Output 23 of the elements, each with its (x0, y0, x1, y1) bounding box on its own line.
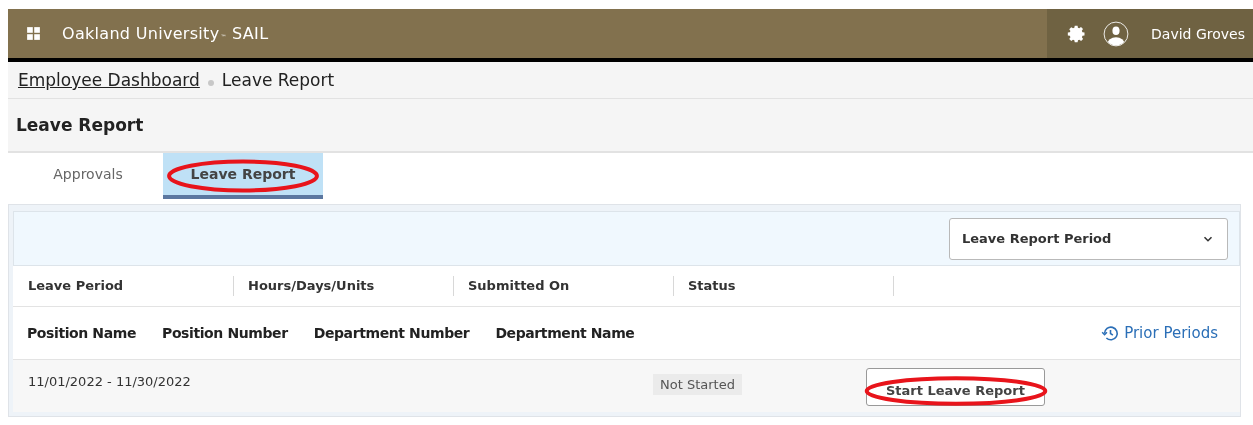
prior-periods-link[interactable]: Prior Periods (1101, 323, 1218, 343)
column-header: Submitted On (468, 276, 674, 296)
column-header: Department Number (313, 325, 470, 341)
user-name[interactable]: David Groves (1151, 25, 1245, 42)
breadcrumb-separator-icon (207, 80, 214, 86)
period-dropdown[interactable]: Leave Report Period (949, 217, 1228, 260)
status-badge: Not Started (653, 374, 742, 395)
breadcrumb-current: Leave Report (221, 70, 335, 90)
column-header: Leave Period (28, 276, 234, 296)
apps-grid-icon[interactable] (25, 25, 42, 42)
tab[interactable]: Approvals (28, 153, 148, 199)
settings-icon[interactable] (1067, 23, 1088, 44)
user-avatar-icon[interactable] (1103, 20, 1130, 47)
column-header: Position Number (162, 325, 288, 341)
column-header: Position Name (27, 325, 136, 341)
history-icon (1101, 323, 1121, 343)
tab[interactable]: Leave Report (163, 153, 323, 199)
page-title: Leave Report (8, 99, 1253, 153)
column-header: Department Name (495, 325, 635, 341)
breadcrumb-link[interactable]: Employee Dashboard (18, 70, 200, 90)
column-header: Status (688, 276, 894, 296)
column-header: Hours/Days/Units (248, 276, 454, 296)
table-cell-text: 11/01/2022 - 11/30/2022 (28, 374, 192, 389)
